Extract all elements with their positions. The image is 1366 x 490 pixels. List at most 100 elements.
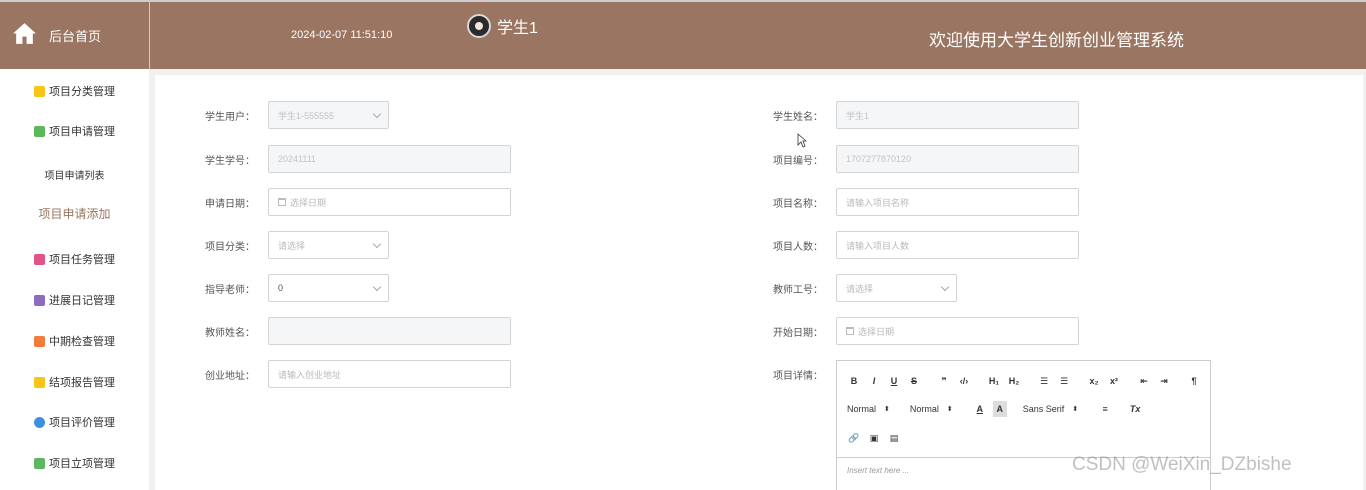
details-label: 项目详情：: [773, 371, 823, 382]
sidebar-item-evaluation[interactable]: 项目评价管理: [0, 412, 149, 432]
teacher-id-select[interactable]: 请选择: [836, 274, 957, 302]
image-icon[interactable]: ▣: [867, 430, 881, 446]
project-no-value: 1707277870120: [846, 154, 912, 164]
project-members-placeholder: 请输入项目人数: [846, 240, 910, 251]
site-title: 欢迎使用大学生创新创业管理系统: [929, 31, 1184, 50]
sidebar-subitem-application-list[interactable]: 项目申请列表: [0, 164, 149, 184]
ordered-list-icon[interactable]: ☰: [1037, 373, 1051, 389]
sidebar-item-label: 项目申请列表: [44, 170, 105, 182]
apply-date-placeholder: 选择日期: [290, 197, 327, 208]
project-category-placeholder: 请选择: [278, 240, 306, 251]
outdent-icon[interactable]: ⇤: [1137, 373, 1151, 389]
updown-icon: ⬍: [946, 406, 953, 413]
sidebar: 项目分类管理 项目申请管理 项目申请列表 项目申请添加 项目任务管理 进展日记管…: [0, 69, 149, 490]
start-date-picker[interactable]: 选择日期: [836, 317, 1079, 345]
subscript-button[interactable]: x₂: [1087, 373, 1101, 389]
calendar-icon: [278, 198, 286, 206]
start-date-placeholder: 选择日期: [858, 326, 895, 337]
sidebar-item-tasks[interactable]: 项目任务管理: [0, 249, 149, 269]
sidebar-item-label: 项目立项管理: [49, 458, 115, 470]
home-icon: [12, 21, 37, 51]
clear-format-icon[interactable]: Tx: [1128, 401, 1142, 417]
strike-button[interactable]: S: [907, 373, 921, 389]
project-members-input[interactable]: 请输入项目人数: [836, 231, 1079, 259]
project-name-label: 项目名称：: [773, 199, 823, 210]
home-link[interactable]: 后台首页: [0, 2, 150, 69]
link-icon[interactable]: 🔗: [847, 430, 861, 446]
indent-icon[interactable]: ⇥: [1157, 373, 1171, 389]
cube-icon: [34, 85, 45, 97]
datetime: 2024-02-07 11:51:10: [291, 29, 393, 41]
teacher-id-label: 教师工号：: [773, 285, 823, 296]
cube-icon: [34, 376, 45, 388]
bold-button[interactable]: B: [847, 373, 861, 389]
bullet-list-icon[interactable]: ☰: [1057, 373, 1071, 389]
h1-button[interactable]: H₁: [987, 373, 1001, 389]
user-name: 学生1: [497, 20, 538, 37]
project-category-select[interactable]: 请选择: [268, 231, 389, 259]
sidebar-item-label: 项目评价管理: [49, 417, 115, 429]
star-icon: [34, 416, 45, 428]
address-input[interactable]: 请输入创业地址: [268, 360, 511, 388]
font-picker-value: Sans Serif: [1022, 404, 1065, 414]
archive-icon: [34, 294, 45, 306]
italic-button[interactable]: I: [867, 373, 881, 389]
font-picker[interactable]: Sans Serif ⬍: [1023, 404, 1078, 414]
align-icon[interactable]: ≡: [1098, 401, 1112, 417]
blockquote-icon[interactable]: ❞: [937, 373, 951, 389]
chevron-down-icon: [372, 282, 382, 292]
calendar-icon: [846, 327, 854, 335]
student-no-field[interactable]: 20241111: [268, 145, 511, 173]
text-direction-icon[interactable]: ¶: [1187, 373, 1201, 389]
user-menu[interactable]: 学生1: [467, 14, 538, 38]
project-name-placeholder: 请输入项目名称: [846, 197, 910, 208]
sidebar-subitem-application-add[interactable]: 项目申请添加: [0, 203, 149, 223]
sidebar-item-midterm[interactable]: 中期检查管理: [0, 331, 149, 351]
chevron-down-icon: [940, 282, 950, 292]
size-picker[interactable]: Normal ⬍: [910, 404, 953, 414]
text-color-icon[interactable]: A: [973, 401, 987, 417]
updown-icon: ⬍: [1072, 406, 1079, 413]
advisor-label: 指导老师：: [205, 285, 255, 296]
video-icon[interactable]: ▤: [887, 430, 901, 446]
student-user-label: 学生用户：: [205, 112, 255, 123]
student-name-value: 学生1: [846, 110, 870, 121]
sidebar-item-approval[interactable]: 项目立项管理: [0, 453, 149, 473]
home-label: 后台首页: [49, 29, 102, 44]
mouse-cursor-icon: [797, 133, 807, 148]
advisor-select[interactable]: 0: [268, 274, 389, 302]
background-color-icon[interactable]: A: [992, 401, 1007, 417]
sidebar-item-application[interactable]: 项目申请管理: [0, 121, 149, 141]
watermark: CSDN @WeiXin_DZbishe: [1072, 454, 1292, 475]
sidebar-item-label: 项目申请管理: [49, 126, 115, 138]
address-placeholder: 请输入创业地址: [278, 369, 342, 380]
updown-icon: ⬍: [884, 406, 890, 413]
sidebar-item-label: 项目任务管理: [49, 254, 115, 266]
main-form: 学生用户： 学生1-555555 学生姓名： 学生1 学生学号： 2024111…: [155, 75, 1363, 490]
grid-icon: [34, 335, 45, 347]
h2-button[interactable]: H₂: [1007, 373, 1021, 389]
project-no-field[interactable]: 1707277870120: [836, 145, 1079, 173]
project-no-label: 项目编号：: [773, 156, 823, 167]
superscript-button[interactable]: x²: [1107, 373, 1121, 389]
apply-date-picker[interactable]: 选择日期: [268, 188, 511, 216]
sidebar-item-progress-diary[interactable]: 进展日记管理: [0, 290, 149, 310]
underline-button[interactable]: U: [887, 373, 901, 389]
code-icon[interactable]: ‹/›: [957, 373, 971, 389]
sidebar-item-category[interactable]: 项目分类管理: [0, 81, 149, 101]
editor-toolbar-row-3: 🔗 ▣ ▤: [847, 430, 907, 446]
teacher-name-field[interactable]: [268, 317, 511, 345]
project-name-input[interactable]: 请输入项目名称: [836, 188, 1079, 216]
editor-toolbar-row-2: Normal ⬍ Normal ⬍ A A Sans Serif ⬍ ≡ Tx: [847, 401, 1148, 417]
chevron-down-icon: [372, 239, 382, 249]
student-name-field[interactable]: 学生1: [836, 101, 1079, 129]
student-user-select[interactable]: 学生1-555555: [268, 101, 389, 129]
sidebar-item-label: 中期检查管理: [49, 336, 115, 348]
sidebar-item-label: 结项报告管理: [49, 377, 115, 389]
advisor-value: 0: [278, 283, 284, 293]
header-picker-value: Normal: [847, 404, 877, 414]
sidebar-item-label: 项目申请添加: [38, 206, 111, 221]
header-picker[interactable]: Normal ⬍: [847, 404, 890, 414]
sidebar-item-final-report[interactable]: 结项报告管理: [0, 372, 149, 392]
editor-toolbar-row-1: B I U S ❞ ‹/› H₁ H₂ ☰ ☰ x₂ x² ⇤ ⇥ ¶: [847, 373, 1207, 389]
